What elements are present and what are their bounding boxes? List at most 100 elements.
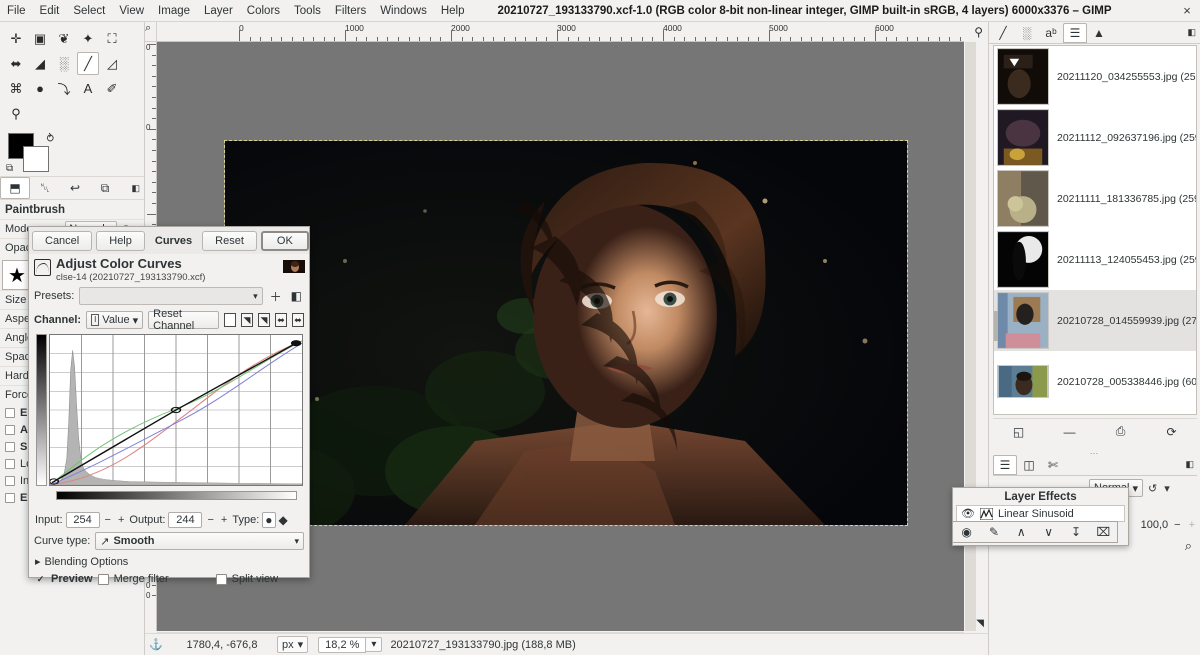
linear-histogram-button[interactable] <box>223 313 236 327</box>
rectangle-select-tool[interactable]: ▣ <box>29 27 51 50</box>
channel-select[interactable]: I Value ▾ <box>86 311 144 329</box>
presets-select[interactable]: ▾ <box>79 287 263 305</box>
bucket-fill-tool[interactable]: ◢ <box>29 52 51 75</box>
lock-checkbox[interactable] <box>5 458 15 469</box>
curves-graph[interactable] <box>49 334 303 486</box>
help-button[interactable]: Help <box>96 230 145 251</box>
tab-pointer[interactable]: ▲ <box>1087 23 1111 43</box>
cancel-button[interactable]: Cancel <box>32 230 93 251</box>
tab-fonts[interactable]: aᵇ <box>1039 23 1063 43</box>
menu-view[interactable]: View <box>112 3 151 19</box>
device-status-button[interactable]: ␀ <box>30 177 60 199</box>
close-icon[interactable]: × <box>1180 4 1194 18</box>
paintbrush-tool[interactable]: ╱ <box>77 52 99 75</box>
expander-arrow-icon[interactable]: ▸ <box>35 555 41 568</box>
zoom-dropdown-icon[interactable]: ▾ <box>366 637 383 652</box>
move-tool[interactable]: ✛ <box>5 27 27 50</box>
tab-brushes[interactable]: ╱ <box>991 23 1015 43</box>
menu-help[interactable]: Help <box>434 3 472 19</box>
zoom-image-button[interactable]: ⚲ <box>974 25 983 39</box>
reset-button[interactable]: Reset <box>202 230 257 251</box>
input-levels-button[interactable]: ⬌ <box>274 313 287 327</box>
open-image-button[interactable]: ◱ <box>993 425 1044 439</box>
text-tool[interactable]: A <box>77 77 99 100</box>
list-item[interactable]: 20211120_034255553.jpg (2598 × 4 <box>994 46 1196 107</box>
menu-filters[interactable]: Filters <box>328 3 373 19</box>
smudge-tool[interactable]: ● <box>29 77 51 100</box>
background-color-swatch[interactable] <box>23 146 49 172</box>
apply-checkbox[interactable] <box>5 424 15 435</box>
tab-paths[interactable]: ✄ <box>1041 455 1065 475</box>
corner-point-button[interactable]: ◆ <box>279 513 288 527</box>
toggle-effect-visibility-button[interactable]: ◉ <box>953 525 980 539</box>
output-decrease-button[interactable]: − <box>205 514 215 526</box>
output-increase-button[interactable]: + <box>219 514 229 526</box>
enable-checkbox[interactable] <box>5 407 15 418</box>
menu-select[interactable]: Select <box>66 3 112 19</box>
list-item[interactable]: 20211111_181336785.jpg (2598 × 46 <box>994 168 1196 229</box>
menu-edit[interactable]: Edit <box>33 3 67 19</box>
dock-menu-icon[interactable]: ◧ <box>1185 459 1194 470</box>
clone-tool[interactable]: ⌘ <box>5 77 27 100</box>
navigation-preview-icon[interactable]: ◥ <box>976 618 984 629</box>
layer-opacity-value[interactable]: 100,0 <box>1141 519 1169 531</box>
list-scrollbar[interactable] <box>994 311 998 341</box>
tab-patterns[interactable]: ░ <box>1015 23 1039 43</box>
dock-menu-icon[interactable]: ◧ <box>131 183 140 194</box>
list-item[interactable]: 20211113_124055453.jpg (2598 × 46 <box>994 229 1196 290</box>
menu-tools[interactable]: Tools <box>287 3 328 19</box>
layer-opacity-increase-button[interactable]: + <box>1187 519 1197 531</box>
edit-effect-button[interactable]: ✎ <box>980 525 1007 539</box>
remove-entry-button[interactable]: — <box>1044 425 1095 439</box>
menu-colors[interactable]: Colors <box>240 3 287 19</box>
image-canvas[interactable] <box>224 140 908 526</box>
refresh-history-button[interactable]: ⟳ <box>1146 425 1197 439</box>
merge-effect-button[interactable]: ↧ <box>1062 525 1089 539</box>
images-button[interactable]: ⧉ <box>90 177 120 199</box>
split-view-checkbox[interactable] <box>215 573 227 585</box>
add-preset-icon[interactable]: ＋ <box>268 288 284 305</box>
lower-effect-button[interactable]: ∨ <box>1035 525 1062 539</box>
list-item[interactable]: 👁 Linear Sinusoid <box>956 505 1125 522</box>
ruler-unit-button[interactable]: ⌕ <box>145 22 157 42</box>
layer-opacity-decrease-button[interactable]: − <box>1172 519 1182 531</box>
free-select-tool[interactable]: ❦ <box>53 27 75 50</box>
cancel-operation-icon[interactable]: ⚓ <box>145 638 167 651</box>
zoom-input[interactable]: 18,2 % <box>318 636 367 653</box>
ok-button[interactable]: OK <box>260 230 309 251</box>
list-item[interactable]: 20211112_092637196.jpg (2598 × 46 <box>994 107 1196 168</box>
paths-tool[interactable]: ⤵ <box>53 77 75 100</box>
incremental-checkbox[interactable] <box>5 475 15 486</box>
color-picker-tool[interactable]: ✐ <box>101 77 123 100</box>
tab-document-history[interactable]: ☰ <box>1063 22 1087 43</box>
curve-display-button[interactable]: ◥ <box>257 313 270 327</box>
output-value-field[interactable]: 244 <box>168 512 203 528</box>
blending-options-row[interactable]: ▸ Blending Options <box>29 553 309 570</box>
tab-layers[interactable]: ☰ <box>993 454 1017 475</box>
effect-visibility-icon[interactable]: 👁 <box>961 507 975 520</box>
clear-history-button[interactable]: ⎙ <box>1095 424 1146 439</box>
smooth-point-button[interactable]: ● <box>262 512 276 528</box>
tab-channels[interactable]: ◫ <box>1017 455 1041 475</box>
logarithmic-histogram-button[interactable]: ◥ <box>240 313 253 327</box>
eraser-tool[interactable]: ◿ <box>101 52 123 75</box>
presets-menu-icon[interactable]: ◧ <box>289 289 304 303</box>
transform-tool[interactable]: ⬌ <box>5 52 27 75</box>
fuzzy-select-tool[interactable]: ✦ <box>77 27 99 50</box>
reset-colors-icon[interactable]: ⧉ <box>6 163 13 174</box>
layer-mode-reset-icon[interactable]: ↺ <box>1146 482 1159 495</box>
expand-checkbox[interactable] <box>5 492 15 503</box>
output-levels-button[interactable]: ⬌ <box>291 313 304 327</box>
list-item[interactable]: 20210728_005338446.jpg (6000 × <box>994 351 1196 412</box>
crop-tool[interactable]: ⛶ <box>101 27 123 50</box>
input-increase-button[interactable]: + <box>116 514 126 526</box>
preview-checkbox[interactable]: ✓ <box>35 574 46 585</box>
zoom-tool[interactable]: ⚲ <box>5 102 27 125</box>
reset-channel-button[interactable]: Reset Channel <box>148 308 219 332</box>
chevron-down-icon[interactable]: ▾ <box>1162 482 1172 495</box>
horizontal-ruler[interactable]: 0 1000 2000 3000 4000 5000 6000 <box>157 22 964 42</box>
unit-select[interactable]: px ▾ <box>277 636 309 653</box>
tool-presets-button[interactable]: ⬒ <box>0 177 30 199</box>
curve-type-select[interactable]: ↗ Smooth ▾ <box>95 532 304 550</box>
menu-file[interactable]: File <box>0 3 33 19</box>
